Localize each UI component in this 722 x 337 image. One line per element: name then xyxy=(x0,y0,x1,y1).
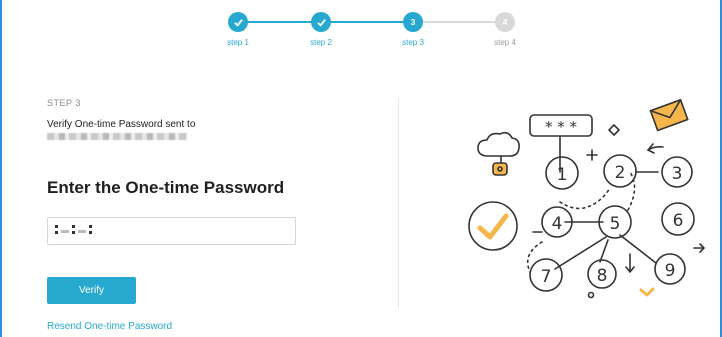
svg-text:8: 8 xyxy=(597,266,608,286)
password-mask-text: * * * xyxy=(545,118,578,136)
svg-text:1: 1 xyxy=(557,165,568,185)
svg-text:2: 2 xyxy=(615,163,626,183)
step-1-check-icon xyxy=(228,12,248,32)
step-4-indicator: 4 xyxy=(495,12,515,32)
password-keypad-illustration: * * * 1 2 3 4 5 6 7 8 9 xyxy=(460,92,710,308)
panel-divider xyxy=(398,98,399,308)
svg-text:6: 6 xyxy=(673,211,684,231)
resend-otp-link[interactable]: Resend One-time Password xyxy=(47,321,172,332)
page-title: Enter the One-time Password xyxy=(47,178,285,197)
svg-text:3: 3 xyxy=(672,164,683,184)
svg-text:5: 5 xyxy=(610,214,621,234)
svg-text:7: 7 xyxy=(541,267,552,287)
step-4-label: step 4 xyxy=(494,38,516,47)
step-connector-3 xyxy=(412,21,505,23)
verify-instruction: Verify One-time Password sent to xyxy=(47,119,196,130)
step-connector-2 xyxy=(320,21,412,23)
progress-stepper: 3 4 step 1 step 2 step 3 step 4 xyxy=(0,0,722,60)
step-2-check-icon xyxy=(311,12,331,32)
verify-button[interactable]: Verify xyxy=(47,277,136,304)
step-kicker: STEP 3 xyxy=(47,98,81,108)
step-3-indicator: 3 xyxy=(403,12,423,32)
step-2-label: step 2 xyxy=(310,38,332,47)
step-connector-1 xyxy=(238,21,320,23)
masked-email-address xyxy=(47,133,187,140)
step-3-label: step 3 xyxy=(402,38,424,47)
otp-masked-value xyxy=(55,225,92,237)
step-1-label: step 1 xyxy=(227,38,249,47)
svg-text:4: 4 xyxy=(552,214,563,234)
otp-input[interactable] xyxy=(47,217,296,245)
svg-text:9: 9 xyxy=(665,261,676,281)
